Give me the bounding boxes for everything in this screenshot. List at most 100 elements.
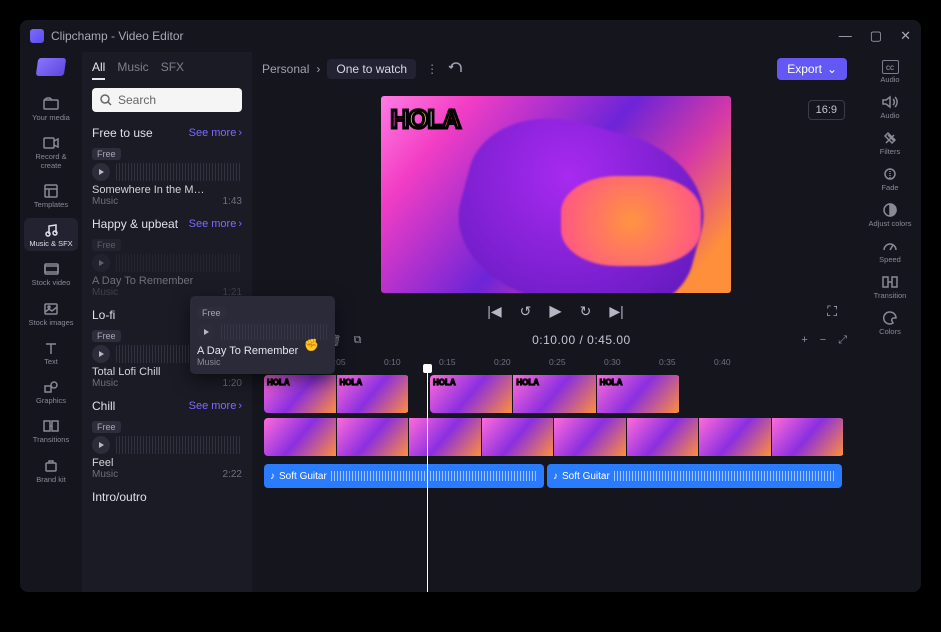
prop-adjust-colors[interactable]: Adjust colors <box>869 202 912 228</box>
app-logo-icon <box>30 29 44 43</box>
rail-graphics[interactable]: Graphics <box>24 375 78 408</box>
prop-audio[interactable]: Audio <box>880 94 899 120</box>
breadcrumb-current[interactable]: One to watch <box>327 59 416 79</box>
prop-fade[interactable]: Fade <box>881 166 899 192</box>
skip-start-icon[interactable]: |◀ <box>487 303 501 320</box>
timeline-ruler[interactable]: 0:000:050:100:150:200:250:300:350:40 <box>252 353 859 371</box>
grab-cursor-icon: ✊ <box>304 338 319 352</box>
search-icon <box>100 94 112 106</box>
transition-icon <box>881 274 899 290</box>
rail-music-sfx[interactable]: Music & SFX <box>24 218 78 251</box>
waveform-icon <box>116 436 242 454</box>
zoom-out-icon[interactable]: − <box>820 334 826 346</box>
play-button[interactable] <box>92 254 110 272</box>
text-icon <box>42 339 60 357</box>
zoom-in-icon[interactable]: + <box>801 334 807 346</box>
see-more-free[interactable]: See more › <box>189 127 242 139</box>
badge-free: Free <box>92 421 121 433</box>
property-rail: ccAudio Audio Filters Fade Adjust colors… <box>859 52 921 592</box>
playback-controls: |◀ ↺ ▶ ↻ ▶| ⛶ <box>252 293 859 327</box>
clip-audio-2[interactable]: ♪Soft Guitar <box>547 464 842 488</box>
duplicate-icon[interactable]: ⧉ <box>354 334 362 347</box>
play-button[interactable] <box>197 323 215 341</box>
speed-icon <box>881 238 899 254</box>
clip-video[interactable] <box>264 418 844 456</box>
prop-colors[interactable]: Colors <box>879 310 901 336</box>
waveform-icon <box>116 254 242 272</box>
rail-text[interactable]: Text <box>24 336 78 369</box>
clip-audio-1[interactable]: ♪Soft Guitar <box>264 464 544 488</box>
chevron-down-icon: ⌄ <box>827 62 837 76</box>
see-more-happy[interactable]: See more › <box>189 218 242 230</box>
cc-icon: cc <box>882 60 899 74</box>
play-icon[interactable]: ▶ <box>549 301 561 321</box>
badge-free: Free <box>92 148 121 160</box>
stock-video-icon <box>42 260 60 278</box>
section-free-title: Free to use <box>92 126 153 140</box>
speaker-icon <box>881 94 899 110</box>
clip-hola-2[interactable]: HOLAHOLAHOLA <box>430 375 680 413</box>
prop-filters[interactable]: Filters <box>880 130 900 156</box>
window-controls: — ▢ ✕ <box>839 28 911 44</box>
timeline-toolbar: ↶ ↷ ✂ 🗑 ⧉ 0:10.00 / 0:45.00 + − ⤢ <box>252 327 859 353</box>
more-menu-icon[interactable]: ⋮ <box>426 62 438 76</box>
chevron-right-icon: › <box>316 62 320 76</box>
zoom-fit-icon[interactable]: ⤢ <box>838 334 847 347</box>
maximize-button[interactable]: ▢ <box>870 28 882 44</box>
badge-free: Free <box>92 330 121 342</box>
titlebar: Clipchamp - Video Editor — ▢ ✕ <box>20 20 921 52</box>
badge-free: Free <box>197 307 226 319</box>
tab-all[interactable]: All <box>92 60 105 80</box>
drag-track-sub: Music <box>197 357 328 367</box>
play-button[interactable] <box>92 345 110 363</box>
section-happy-title: Happy & upbeat <box>92 217 178 231</box>
see-more-chill[interactable]: See more › <box>189 400 242 412</box>
track-free[interactable]: Free Somewhere In the Mountain... Music1… <box>92 146 242 207</box>
rail-stock-images[interactable]: Stock images <box>24 297 78 330</box>
drag-preview-card[interactable]: Free A Day To Remember Music <box>190 296 335 374</box>
music-icon <box>42 221 60 239</box>
prop-cc[interactable]: ccAudio <box>880 60 899 84</box>
track-chill[interactable]: Free Feel Music2:22 <box>92 419 242 480</box>
brand-kit-icon <box>42 457 60 475</box>
preview-canvas[interactable]: HOLA <box>381 96 731 293</box>
section-chill-title: Chill <box>92 399 115 413</box>
rail-templates[interactable]: Templates <box>24 179 78 212</box>
rail-your-media[interactable]: Your media <box>24 92 78 125</box>
track-happy[interactable]: Free A Day To Remember Music1:21 <box>92 237 242 298</box>
tab-sfx[interactable]: SFX <box>161 60 184 80</box>
tab-music[interactable]: Music <box>117 60 148 80</box>
left-rail: Your media Record & create Templates Mus… <box>20 52 82 592</box>
prop-transition[interactable]: Transition <box>874 274 907 300</box>
rail-record-create[interactable]: Record & create <box>24 131 78 173</box>
close-button[interactable]: ✕ <box>900 28 911 44</box>
library-tabs: All Music SFX <box>92 60 242 80</box>
minimize-button[interactable]: — <box>839 28 852 44</box>
rewind-icon[interactable]: ↺ <box>520 303 532 320</box>
breadcrumb: Personal › One to watch <box>262 59 416 79</box>
play-button[interactable] <box>92 163 110 181</box>
undo-icon[interactable] <box>448 61 464 78</box>
section-intro-title: Intro/outro <box>92 490 147 504</box>
filters-icon <box>881 130 899 146</box>
breadcrumb-root[interactable]: Personal <box>262 62 309 76</box>
fullscreen-icon[interactable]: ⛶ <box>827 303 837 320</box>
adjust-icon <box>881 202 899 218</box>
prop-speed[interactable]: Speed <box>879 238 901 264</box>
rail-stock-video[interactable]: Stock video <box>24 257 78 290</box>
forward-icon[interactable]: ↻ <box>580 303 592 320</box>
play-button[interactable] <box>92 436 110 454</box>
top-row: Personal › One to watch ⋮ Export⌄ <box>252 52 859 86</box>
export-button[interactable]: Export⌄ <box>777 58 847 80</box>
playhead[interactable] <box>427 371 428 592</box>
skip-end-icon[interactable]: ▶| <box>609 303 623 320</box>
timeline[interactable]: HOLAHOLA HOLAHOLAHOLA ♪Soft Guitar ♪Soft… <box>252 371 859 592</box>
clip-hola-1[interactable]: HOLAHOLA <box>264 375 409 413</box>
graphics-icon <box>42 378 60 396</box>
rail-transitions[interactable]: Transitions <box>24 414 78 447</box>
rail-brand-kit[interactable]: Brand kit <box>24 454 78 487</box>
section-lofi-title: Lo-fi <box>92 308 115 322</box>
search-input[interactable]: Search <box>92 88 242 112</box>
fade-icon <box>881 166 899 182</box>
window-title: Clipchamp - Video Editor <box>51 29 184 43</box>
